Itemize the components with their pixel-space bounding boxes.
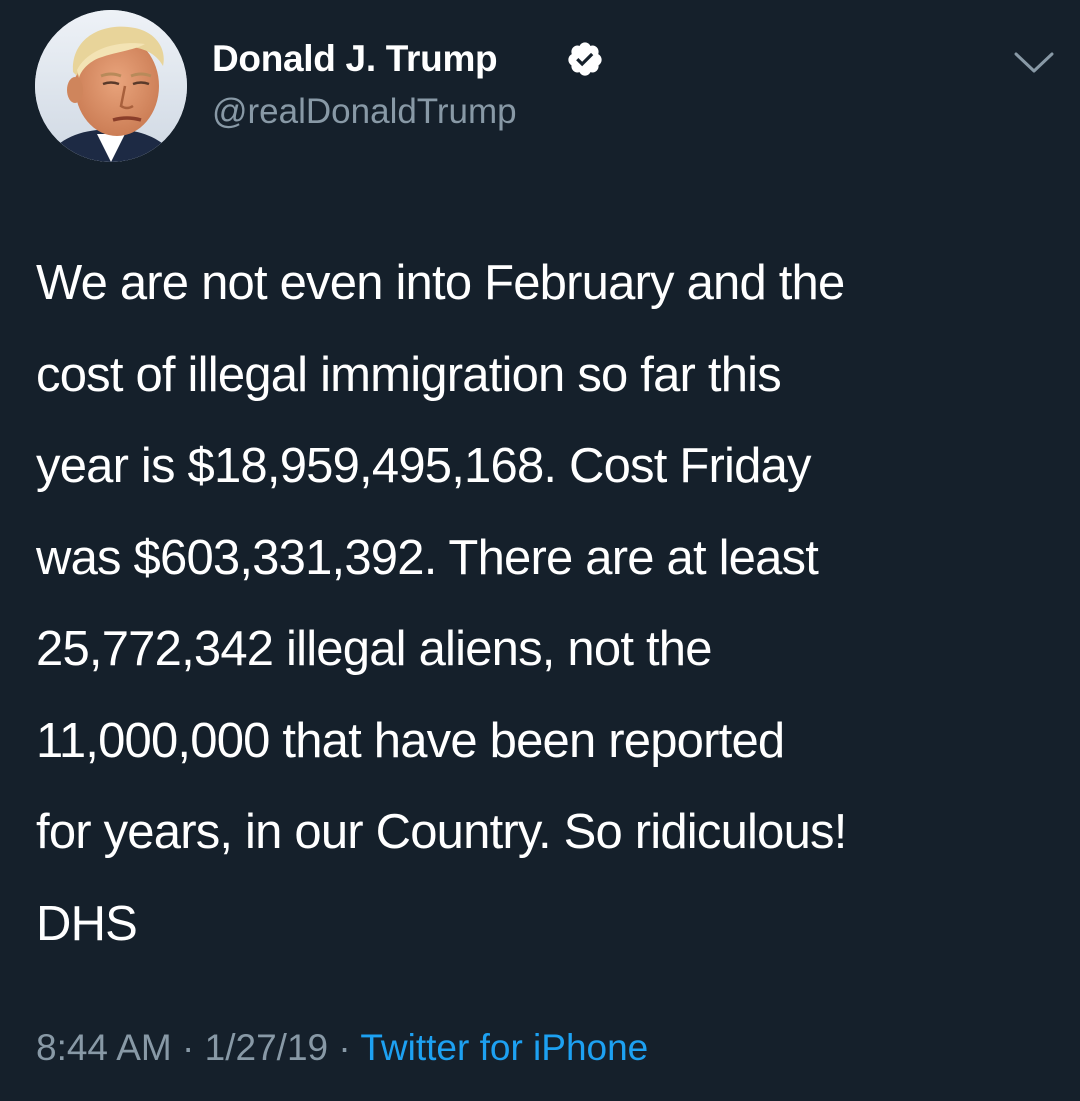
tweet-time[interactable]: 8:44 AM [36, 1027, 172, 1068]
tweet-text: We are not even into February and the co… [36, 238, 1056, 970]
tweet-card: Donald J. Trump @realDonaldTrump We are … [0, 0, 1080, 1101]
tweet-text-line: DHS [36, 896, 138, 951]
tweet-text-line: 11,000,000 that have been reported [36, 713, 785, 768]
tweet-text-line: We are not even into February and the [36, 256, 845, 310]
author-handle[interactable]: @realDonaldTrump [212, 90, 517, 134]
tweet-text-line: was $603,331,392. There are at least [36, 530, 819, 585]
tweet-text-line: 25,772,342 illegal aliens, not the [36, 622, 712, 676]
tweet-source-link[interactable]: Twitter for iPhone [360, 1027, 648, 1068]
tweet-text-line: for years, in our Country. So ridiculous… [36, 805, 847, 859]
meta-separator: · [182, 1027, 195, 1068]
tweet-metadata: 8:44 AM · 1/27/19 · Twitter for iPhone [36, 1024, 648, 1072]
verified-badge-icon [568, 42, 602, 76]
author-display-name[interactable]: Donald J. Trump [212, 36, 498, 82]
tweet-text-line: year is $18,959,495,168. Cost Friday [36, 439, 812, 493]
chevron-down-icon[interactable] [1012, 50, 1056, 76]
avatar[interactable] [35, 10, 187, 162]
meta-separator: · [338, 1027, 351, 1068]
tweet-date[interactable]: 1/27/19 [205, 1027, 328, 1068]
profile-photo-icon [35, 10, 187, 162]
tweet-text-line: cost of illegal immigration so far this [36, 347, 782, 402]
